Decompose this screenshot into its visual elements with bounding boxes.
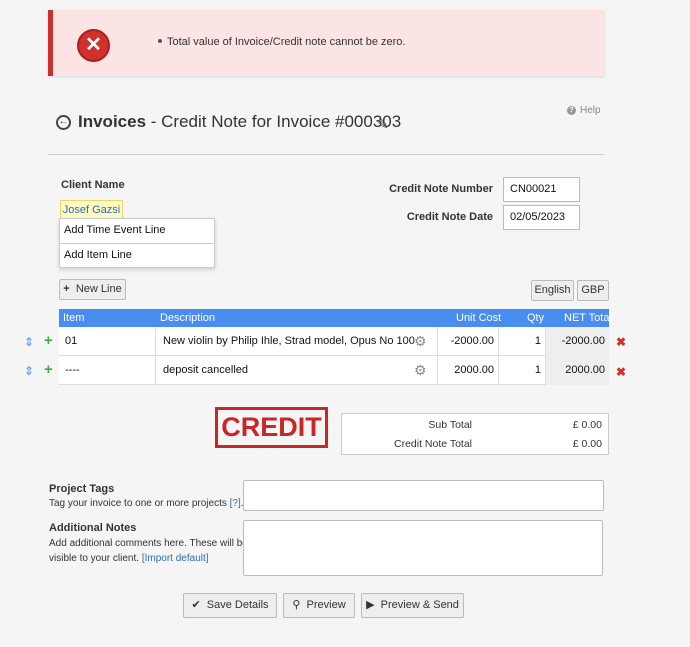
col-qty: Qty <box>527 312 545 324</box>
bullet-dot <box>158 39 162 43</box>
currency-button[interactable]: GBP <box>577 280 609 301</box>
gear-icon[interactable]: ⚙ <box>414 363 428 377</box>
error-message: Total value of Invoice/Credit note canno… <box>167 36 406 48</box>
credit-note-number-input[interactable]: CN00021 <box>503 177 580 202</box>
project-tags-label: Project Tags <box>49 483 115 495</box>
item-cell[interactable]: 01 <box>59 327 156 356</box>
page-title: Invoices - Credit Note for Invoice #0003… <box>78 112 402 131</box>
client-name-value[interactable]: Josef Gazsi <box>60 200 123 220</box>
credit-note-date-input[interactable]: 02/05/2023 <box>503 205 580 230</box>
description-cell[interactable]: New violin by Philip Ihle, Strad model, … <box>156 327 438 356</box>
play-circle-icon: ▶ <box>366 599 375 611</box>
error-alert: ✕ Total value of Invoice/Credit note can… <box>48 10 604 76</box>
additional-notes-label: Additional Notes <box>49 522 137 534</box>
description-cell[interactable]: deposit cancelled ⚙ <box>156 356 438 385</box>
delete-row-icon[interactable]: ✖ <box>616 336 626 348</box>
credit-stamp: CREDIT <box>215 407 328 448</box>
credit-note-number-label: Credit Note Number <box>389 183 493 195</box>
credit-note-date-label: Credit Note Date <box>406 211 493 223</box>
add-line-menu: Add Time Event Line Add Item Line <box>59 218 215 268</box>
credit-total-label: Credit Note Total <box>393 438 472 450</box>
table-row: ---- deposit cancelled ⚙ 2000.00 1 2000.… <box>59 356 609 385</box>
col-item: Item <box>63 312 85 324</box>
credit-total-value: £ 0.00 <box>572 438 602 450</box>
table-header: Item Description Unit Cost Qty NET Total <box>59 309 612 327</box>
reorder-arrows-icon[interactable]: ⇕ <box>24 336 34 348</box>
preview-button[interactable]: ⚲ Preview <box>283 593 355 618</box>
plus-icon: + <box>63 283 70 295</box>
unit-cost-cell[interactable]: -2000.00 <box>438 327 499 356</box>
col-unit-cost: Unit Cost <box>456 312 502 324</box>
add-row-icon[interactable]: + <box>44 333 53 348</box>
check-icon: ✔ <box>191 599 201 611</box>
table-row: 01 New violin by Philip Ihle, Strad mode… <box>59 327 609 356</box>
notes-help-line1: Add additional comments here. These will… <box>49 538 248 549</box>
item-cell[interactable]: ---- <box>59 356 156 385</box>
qty-cell[interactable]: 1 <box>499 327 546 356</box>
menu-item-add-time-event-line[interactable]: Add Time Event Line <box>60 219 214 243</box>
col-net-total: NET Total <box>564 312 612 324</box>
back-arrow-icon[interactable]: ← <box>56 115 71 130</box>
add-row-icon[interactable]: + <box>44 362 53 377</box>
help-link[interactable]: ? Help <box>567 105 601 116</box>
unit-cost-cell[interactable]: 2000.00 <box>438 356 499 385</box>
totals-box: Sub Total £ 0.00 Credit Note Total £ 0.0… <box>341 413 609 455</box>
net-total-cell: -2000.00 <box>546 327 609 356</box>
menu-item-add-item-line[interactable]: Add Item Line <box>60 244 214 268</box>
client-name-label: Client Name <box>61 179 125 191</box>
question-icon: ? <box>567 105 576 115</box>
sub-total-value: £ 0.00 <box>572 419 602 431</box>
col-description: Description <box>160 312 216 324</box>
page-subtitle: Credit Note for Invoice #000303 <box>161 112 402 131</box>
reorder-arrows-icon[interactable]: ⇕ <box>24 365 34 377</box>
notes-help-line2: visible to your client. [Import default] <box>49 553 209 564</box>
divider <box>48 154 604 155</box>
project-tags-help-link[interactable]: [?] <box>230 498 241 509</box>
language-button[interactable]: English <box>531 280 574 301</box>
project-tags-input[interactable] <box>243 480 604 511</box>
section-title: Invoices <box>78 112 147 131</box>
new-line-button[interactable]: + New Line <box>59 279 126 300</box>
sub-total-label: Sub Total <box>428 419 472 431</box>
delete-row-icon[interactable]: ✖ <box>616 366 626 378</box>
import-default-link[interactable]: [Import default] <box>142 553 209 564</box>
save-details-button[interactable]: ✔ Save Details <box>183 593 277 618</box>
error-x-icon: ✕ <box>77 29 110 62</box>
qty-cell[interactable]: 1 <box>499 356 546 385</box>
search-icon: ⚲ <box>292 599 301 611</box>
project-tags-help: Tag your invoice to one or more projects… <box>49 498 244 509</box>
gear-icon[interactable]: ⚙ <box>414 334 428 348</box>
preview-send-button[interactable]: ▶ Preview & Send <box>361 593 464 618</box>
edit-pencil-icon[interactable]: ✎ <box>377 116 389 133</box>
additional-notes-textarea[interactable] <box>243 520 603 576</box>
net-total-cell: 2000.00 <box>546 356 609 385</box>
